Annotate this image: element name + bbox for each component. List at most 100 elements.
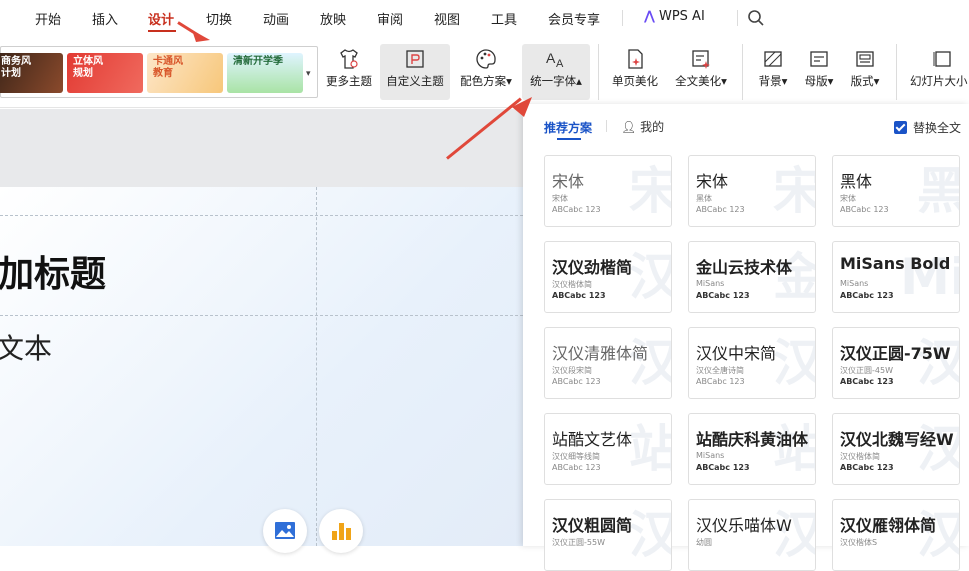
font-sample: ABCabc 123: [840, 463, 894, 472]
theme-label: 立体风 规划: [73, 56, 103, 79]
theme-thumb-cartoon[interactable]: 卡通风 教育: [147, 53, 223, 93]
master-button[interactable]: 母版▾: [798, 44, 840, 100]
theme-label: 商务风 计划: [1, 56, 31, 79]
arrowhead-icon: [192, 30, 210, 42]
guide-line: [0, 315, 523, 316]
image-icon: [275, 522, 295, 539]
font-sample: ABCabc 123: [840, 291, 894, 300]
font-secondary-name: 宋体: [840, 194, 856, 203]
slide-size-label: 幻灯片大小: [910, 74, 968, 88]
guide-line: [0, 215, 523, 216]
menu-animation[interactable]: 动画: [263, 9, 289, 28]
theme-label: 卡通风 教育: [153, 56, 183, 79]
slide-size-icon: [933, 51, 951, 67]
tab-mine-label: 我的: [640, 120, 665, 134]
font-name: MiSans Bold: [840, 254, 951, 273]
menu-design[interactable]: 设计: [148, 9, 174, 28]
theme-thumb-fresh[interactable]: 清新开学季: [227, 53, 303, 93]
menu-review[interactable]: 审阅: [377, 9, 403, 28]
font-scheme-card[interactable]: 汉汉仪正圆-75W汉仪正圆-45WABCabc 123: [832, 327, 960, 399]
background-icon: [764, 51, 782, 67]
tab-divider: [606, 120, 607, 132]
master-label: 母版: [804, 74, 828, 88]
layout-icon: [856, 51, 874, 67]
layout-button[interactable]: 版式▾: [844, 44, 886, 100]
arrowhead-icon: [512, 97, 532, 117]
font-secondary-name: 汉仪细等线简: [552, 452, 600, 461]
font-scheme-card[interactable]: 宋宋体宋体ABCabc 123: [544, 155, 672, 227]
font-scheme-card[interactable]: 汉汉仪北魏写经W汉仪楷体简ABCabc 123: [832, 413, 960, 485]
font-name: 站酷文艺体: [552, 430, 633, 449]
font-scheme-card[interactable]: MiMiSans Bold MiSans ABCabc 123: [832, 241, 960, 313]
font-scheme-card[interactable]: 金金山云技术体MiSansABCabc 123: [688, 241, 816, 313]
slide[interactable]: 加标题 文本: [0, 187, 523, 553]
theme-thumb-3d[interactable]: 立体风 规划: [67, 53, 143, 93]
svg-text:A: A: [546, 50, 556, 66]
unify-font-button[interactable]: AA 统一字体▴: [522, 44, 590, 100]
custom-theme-button[interactable]: 自定义主题: [380, 44, 450, 100]
font-scheme-card[interactable]: 汉汉仪乐喵体W幼圆: [688, 499, 816, 571]
font-secondary-name: MiSans: [696, 279, 725, 288]
more-themes-button[interactable]: 更多主题: [323, 44, 375, 100]
menu-membership[interactable]: 会员专享: [548, 9, 600, 28]
menu-view[interactable]: 视图: [434, 9, 460, 28]
slide-title-placeholder[interactable]: 加标题: [0, 245, 106, 297]
font-scheme-card[interactable]: 宋 宋体黑体 ABCabc 123: [688, 155, 816, 227]
menu-bar: 开始 插入 设计 切换 动画 放映 审阅 视图 工具 会员专享 ⋀ WPS AI: [0, 0, 969, 36]
page-beautify-label: 单页美化: [612, 74, 658, 88]
font-scheme-card[interactable]: 黑 黑体宋体 ABCabc 123: [832, 155, 960, 227]
font-scheme-card[interactable]: 汉汉仪清雅体简汉仪段宋简ABCabc 123: [544, 327, 672, 399]
font-name: 汉仪北魏写经W: [840, 430, 954, 449]
menu-insert[interactable]: 插入: [92, 9, 118, 28]
font-secondary-name: 汉仪楷体S: [840, 538, 878, 547]
font-scheme-card[interactable]: 汉汉仪劲楷简汉仪楷体简 ABCabc 123: [544, 241, 672, 313]
theme-thumb-business[interactable]: 商务风 计划: [0, 53, 63, 93]
gallery-expand-icon[interactable]: ▾: [306, 69, 311, 79]
theme-label: 清新开学季: [233, 56, 283, 67]
font-scheme-card[interactable]: 汉汉仪中宋简汉仪全唐诗简 ABCabc 123: [688, 327, 816, 399]
active-tab-underline: [557, 138, 581, 140]
font-scheme-card[interactable]: 站站酷庆科黄油体MiSansABCabc 123: [688, 413, 816, 485]
card-watermark: Mi: [900, 248, 959, 306]
font-scheme-card[interactable]: 站站酷文艺体汉仪细等线简 ABCabc 123: [544, 413, 672, 485]
slide-subtitle-placeholder[interactable]: 文本: [0, 327, 52, 367]
font-sample: ABCabc 123: [552, 377, 601, 386]
font-secondary-name: 汉仪正圆-45W: [840, 366, 893, 375]
font-secondary-name: 宋体: [552, 194, 568, 203]
master-icon: [810, 51, 828, 67]
tab-mine[interactable]: 👤︎ 我的: [621, 118, 664, 135]
chevron-down-icon: ▾: [721, 74, 727, 88]
background-button[interactable]: 背景▾: [752, 44, 794, 100]
color-scheme-button[interactable]: 配色方案▾: [454, 44, 518, 100]
tab-recommended[interactable]: 推荐方案: [544, 119, 592, 136]
ribbon-divider: [742, 44, 743, 100]
palette-icon: [476, 49, 496, 69]
font-sample: ABCabc 123: [552, 463, 601, 472]
search-icon[interactable]: [747, 9, 765, 27]
chevron-down-icon: ▾: [781, 74, 788, 88]
menu-slideshow[interactable]: 放映: [320, 9, 346, 28]
ribbon-divider: [598, 44, 599, 100]
font-scheme-card[interactable]: 汉汉仪粗圆简汉仪正圆-55W: [544, 499, 672, 571]
insert-picture-button[interactable]: [263, 509, 307, 553]
page-beautify-icon: [628, 49, 643, 69]
page-beautify-button[interactable]: 单页美化: [606, 44, 664, 100]
full-beautify-label: 全文美化: [675, 74, 722, 88]
chevron-down-icon: ▾: [827, 74, 834, 88]
font-scheme-card[interactable]: 汉汉仪雁翎体简汉仪楷体S: [832, 499, 960, 571]
font-name: 汉仪劲楷简: [552, 258, 633, 277]
card-watermark: 汉: [629, 242, 671, 312]
custom-theme-icon: [406, 50, 424, 68]
card-watermark: 宋: [773, 156, 815, 226]
menu-tools[interactable]: 工具: [491, 9, 517, 28]
full-beautify-button[interactable]: 全文美化▾: [668, 44, 734, 100]
full-beautify-icon: [692, 50, 710, 69]
insert-chart-button[interactable]: [319, 509, 363, 553]
wps-ai-button[interactable]: ⋀ WPS AI: [644, 9, 705, 24]
shirt-icon: [340, 49, 358, 69]
menu-divider: [622, 10, 623, 26]
menu-start[interactable]: 开始: [35, 9, 61, 28]
slide-size-button[interactable]: 幻灯片大小: [906, 44, 969, 100]
checkbox-checked-icon: [894, 121, 907, 134]
replace-all-checkbox[interactable]: 替换全文: [894, 119, 961, 136]
